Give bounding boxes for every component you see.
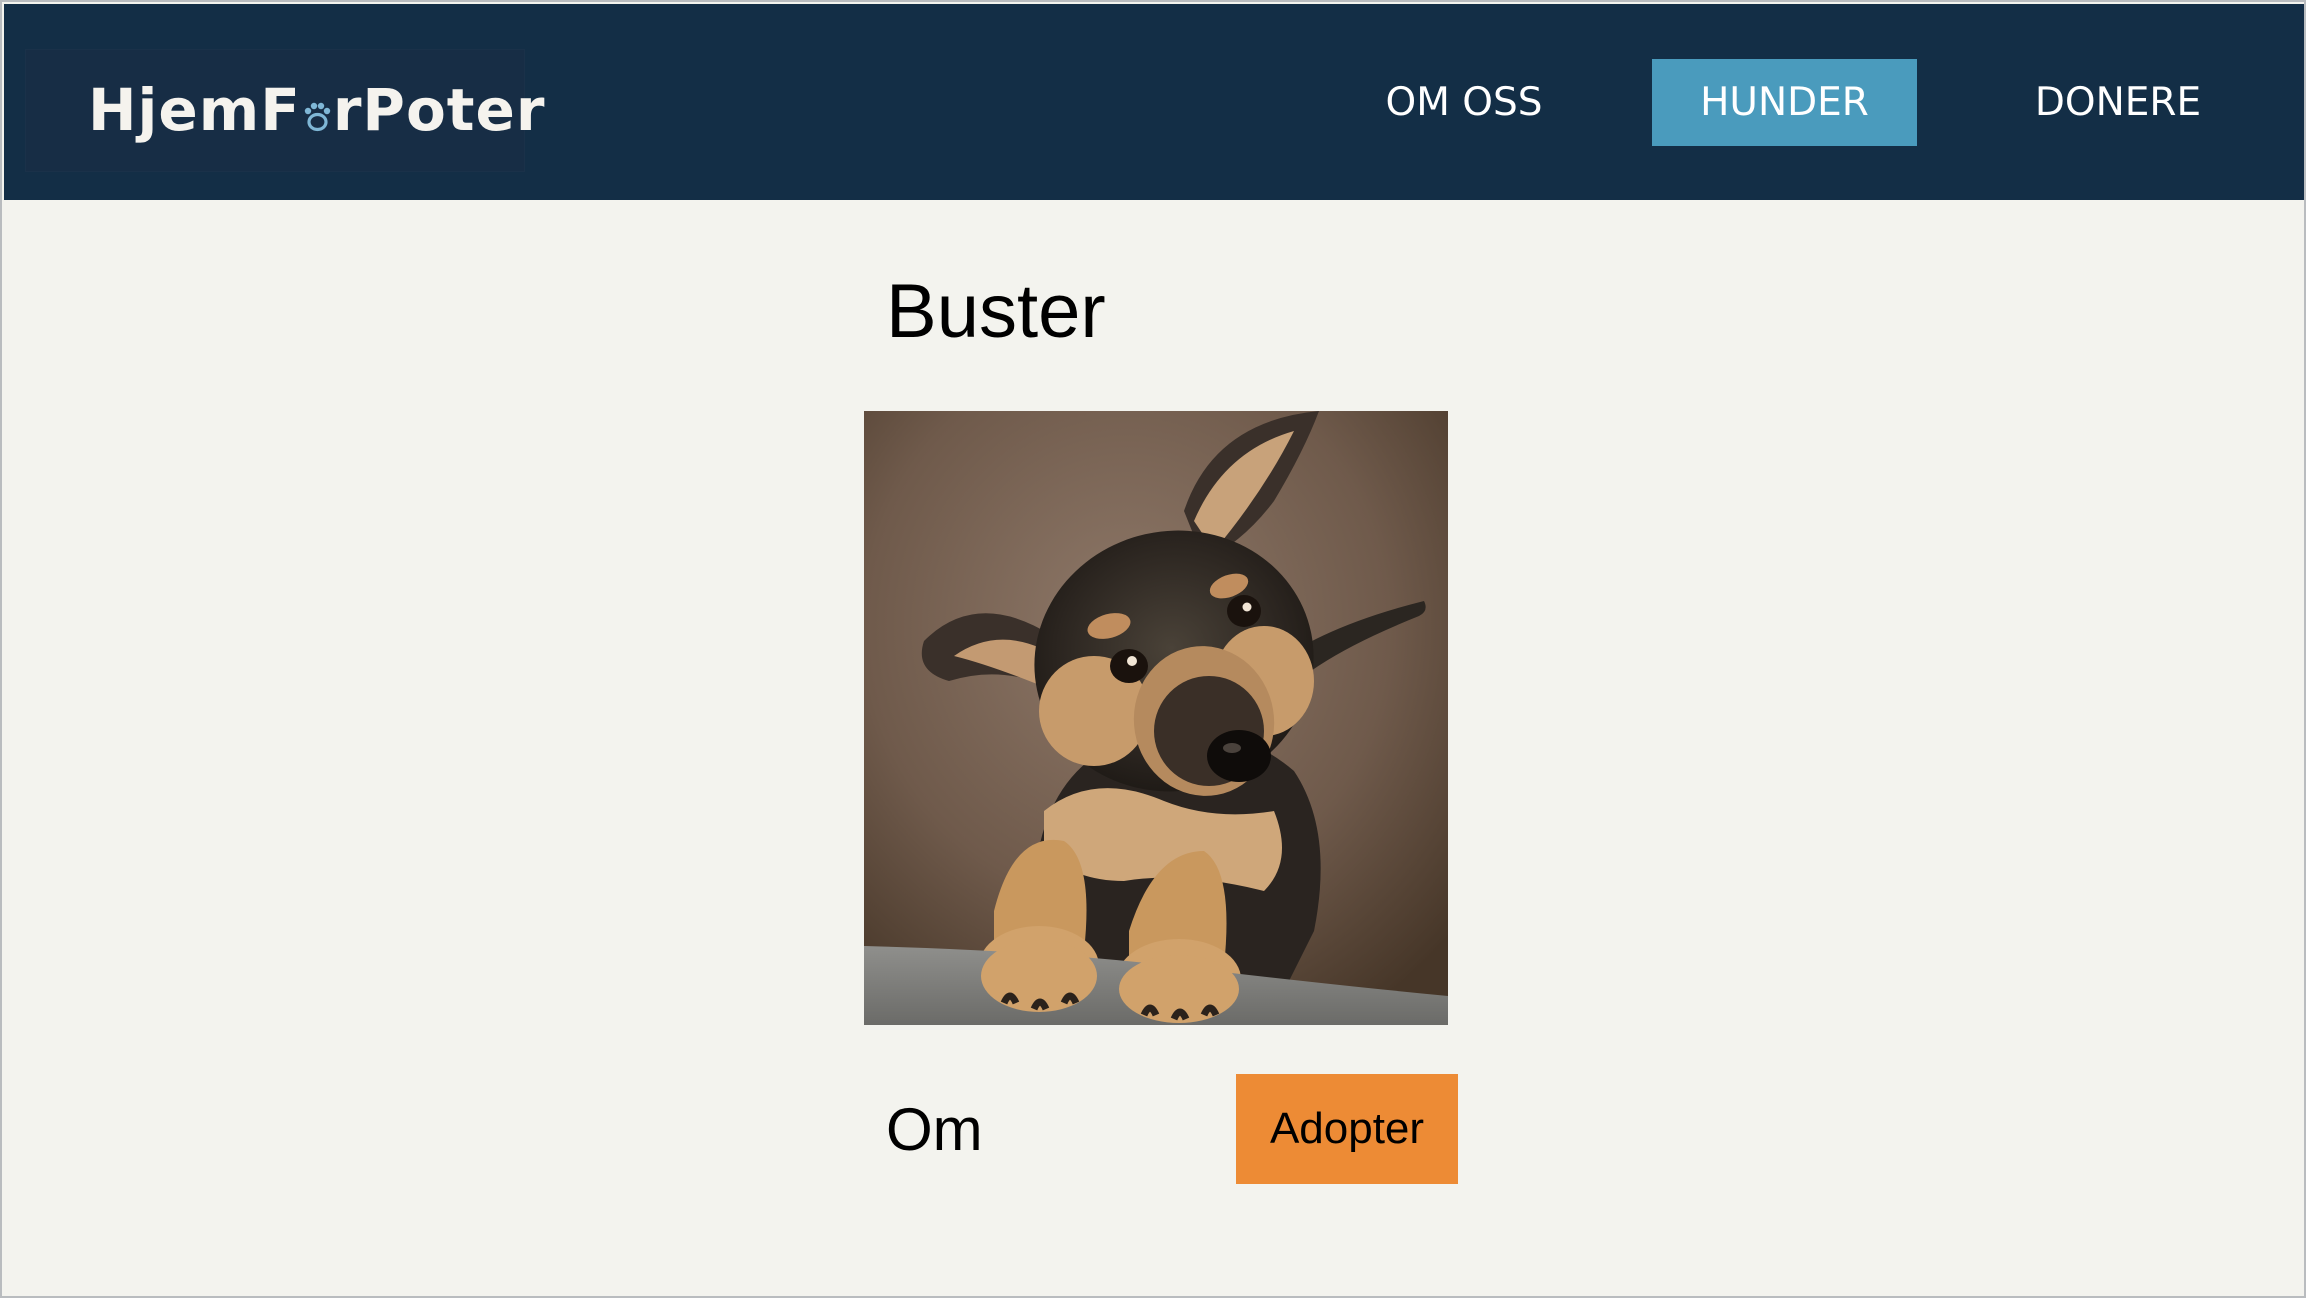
logo-text-part-2: rPoter — [332, 76, 546, 144]
browser-viewport: HjemF rPoter OM OSS HUNDER DONERE Buster — [0, 0, 2306, 1298]
nav-link-om-oss[interactable]: OM OSS — [1368, 59, 1560, 146]
puppy-photo — [864, 411, 1448, 1025]
about-section-heading: Om — [886, 1096, 983, 1163]
nav-label: DONERE — [2034, 80, 2202, 125]
site-logo[interactable]: HjemF rPoter — [25, 49, 544, 172]
nav-link-hunder-active[interactable]: HUNDER — [1652, 59, 1917, 146]
dog-name-heading: Buster — [886, 269, 1106, 354]
nav-link-donere[interactable]: DONERE — [2018, 59, 2218, 146]
top-navigation-bar: HjemF rPoter OM OSS HUNDER DONERE — [4, 4, 2304, 200]
nav-label: HUNDER — [1700, 80, 1869, 125]
nav-label: OM OSS — [1385, 80, 1543, 125]
logo-text-part-1: HjemF — [88, 76, 301, 144]
adopt-button[interactable]: Adopter — [1236, 1074, 1458, 1184]
logo-wordmark: HjemF rPoter — [88, 81, 545, 139]
paw-icon — [304, 102, 331, 132]
dog-photo — [864, 411, 1448, 1025]
